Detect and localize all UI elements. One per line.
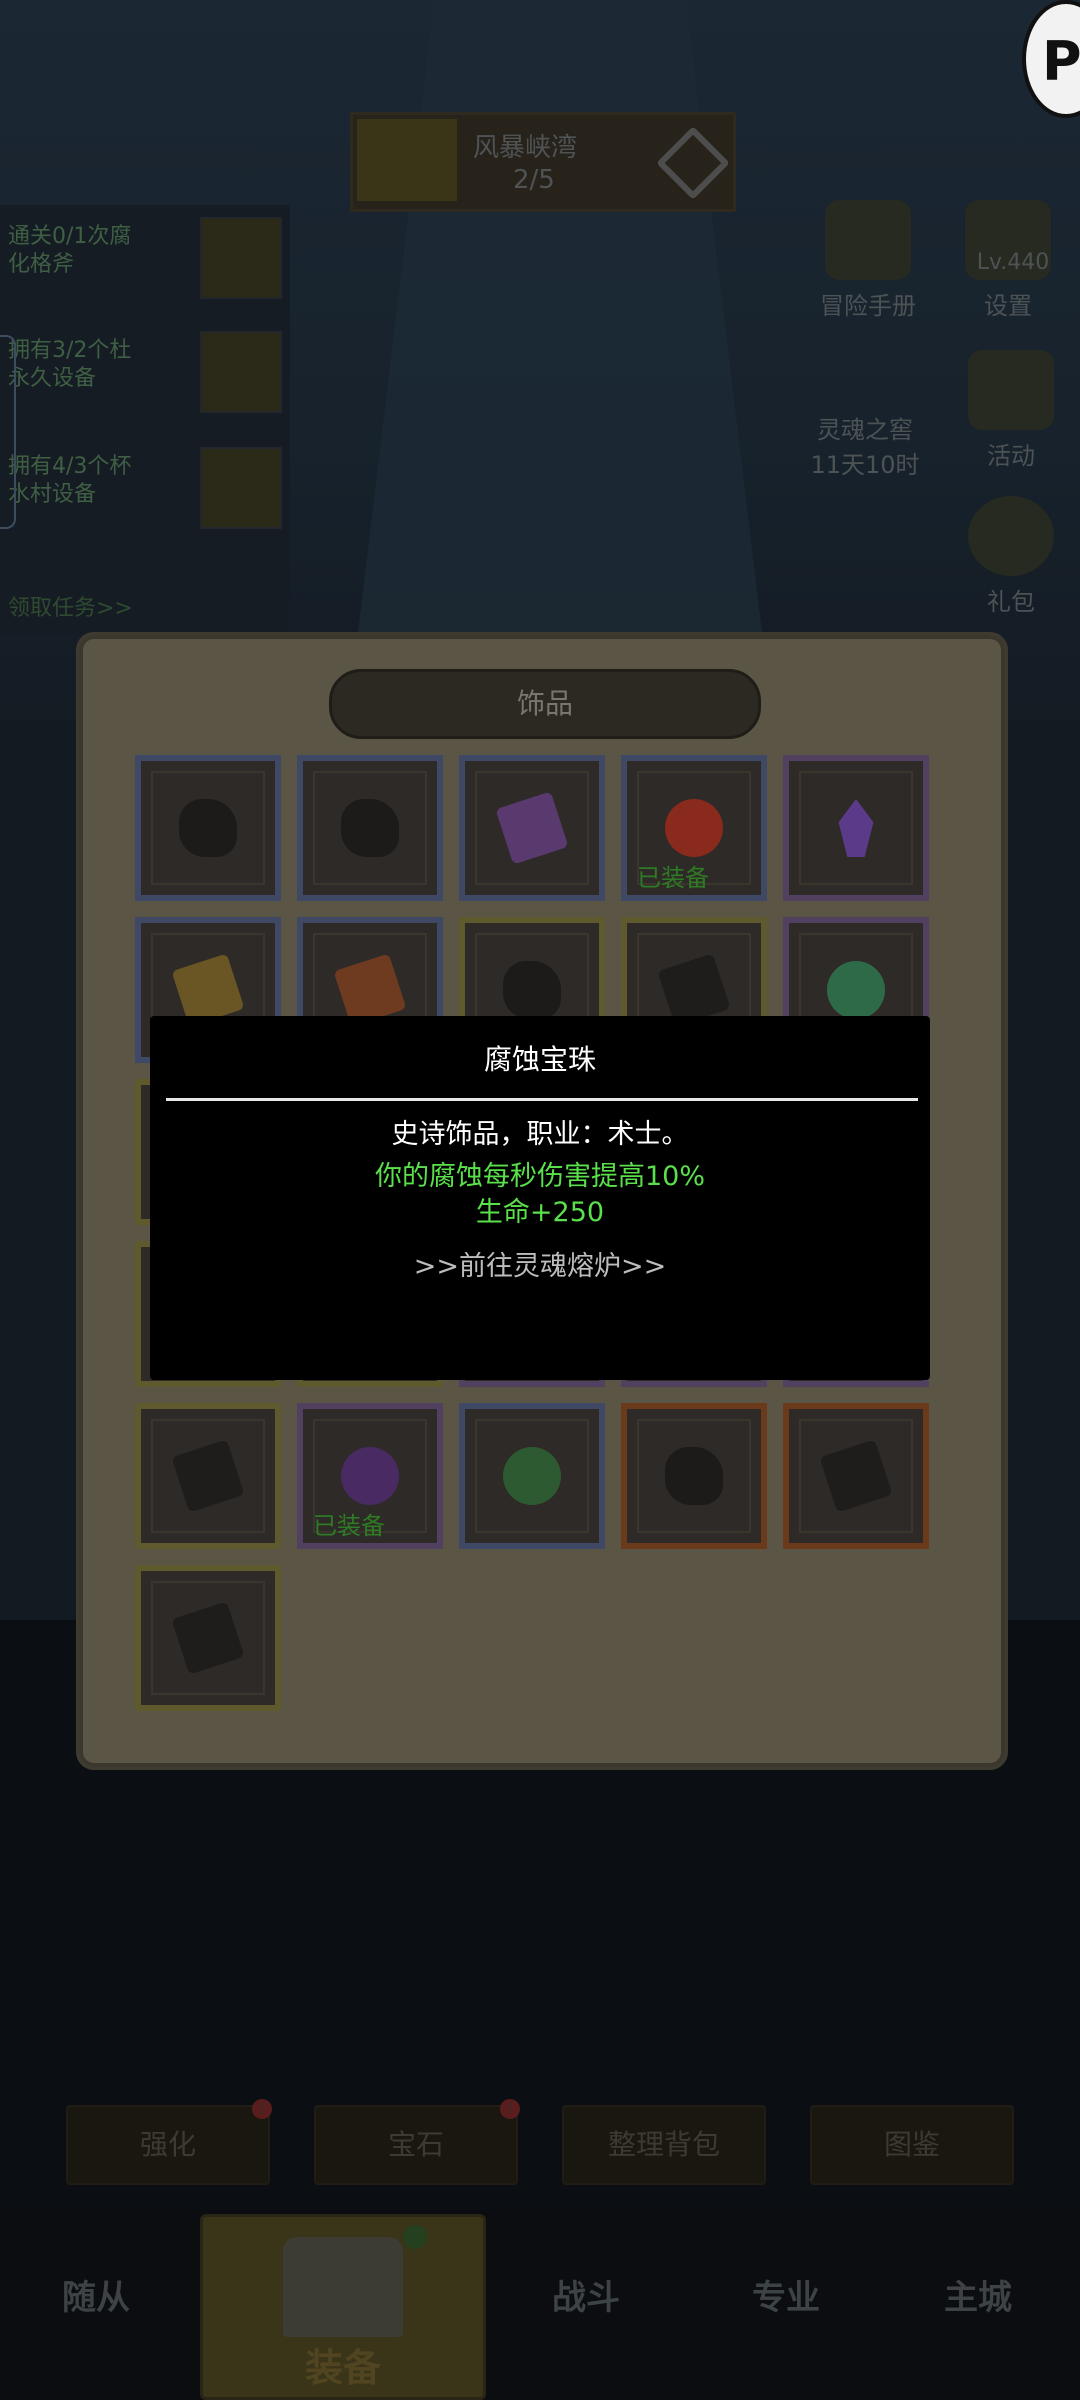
quest-link[interactable]: 领取任务>>	[8, 590, 133, 622]
tab-accessories[interactable]: 饰品	[329, 669, 761, 739]
quest-reward-icon	[200, 331, 282, 413]
skull-orb-icon	[341, 1447, 399, 1505]
nav-equipment[interactable]: 装备	[200, 2214, 486, 2400]
quest-item[interactable]: 拥有3/2个杜 永久设备	[8, 337, 131, 393]
nav-city[interactable]: 主城	[944, 2270, 1012, 2319]
fire-crown-orb-icon	[665, 799, 723, 857]
accessory-slot[interactable]	[459, 1403, 605, 1549]
quest-text: 拥有4/3个杯	[8, 454, 132, 479]
accessory-slot[interactable]	[135, 755, 281, 901]
quest-text: 化格斧	[8, 252, 75, 277]
green-leaf-orb-icon	[503, 1447, 561, 1505]
handbook-button[interactable]: 冒险手册	[808, 200, 928, 321]
gift-label: 礼包	[987, 588, 1035, 616]
gift-icon	[968, 496, 1054, 576]
gem-label: 宝石	[387, 2128, 444, 2161]
stage-progress: 2/5	[513, 165, 555, 195]
soul-cellar-button[interactable]: 灵魂之窖 11天10时	[790, 410, 940, 480]
accessory-slot[interactable]	[621, 1403, 767, 1549]
events-icon	[968, 350, 1054, 430]
armor-icon	[283, 2237, 403, 2337]
accessory-slot[interactable]	[783, 755, 929, 901]
countdown-label: 11天10时	[810, 451, 920, 479]
stage-banner[interactable]: 风暴峡湾 2/5	[350, 112, 736, 212]
quest-panel: 通关0/1次腐 化格斧 拥有3/2个杜 永久设备 拥有4/3个杯 水村设备	[0, 205, 290, 635]
level-label: Lv.440	[976, 250, 1050, 275]
accessory-slot[interactable]: 已装备	[297, 1403, 443, 1549]
sort-bag-button[interactable]: 整理背包	[562, 2105, 766, 2185]
notification-badge: !	[252, 2099, 272, 2119]
avatar-letter: P	[1042, 30, 1080, 93]
nav-battle[interactable]: 战斗	[552, 2270, 620, 2319]
dark-rock-icon	[665, 1447, 723, 1505]
item-tooltip: 腐蚀宝珠 史诗饰品，职业：术士。 你的腐蚀每秒伤害提高10% 生命+250 >>…	[150, 1016, 930, 1380]
quest-text: 水村设备	[8, 482, 97, 507]
nav-profession[interactable]: 专业	[752, 2270, 820, 2319]
equipped-label: 已装备	[313, 1512, 385, 1540]
quest-text: 拥有3/2个杜	[8, 338, 132, 363]
tooltip-divider	[166, 1098, 918, 1101]
codex-label: 图鉴	[883, 2128, 940, 2161]
nav-equipment-label: 装备	[304, 2346, 381, 2390]
events-button[interactable]: 活动	[956, 350, 1066, 471]
accessory-slot[interactable]	[135, 1403, 281, 1549]
dark-rock-icon	[503, 961, 561, 1019]
quest-item[interactable]: 拥有4/3个杯 水村设备	[8, 453, 131, 509]
tooltip-title: 腐蚀宝珠	[483, 1043, 596, 1076]
enhance-label: 强化	[139, 2128, 196, 2161]
accessory-slot[interactable]	[459, 755, 605, 901]
quest-reward-icon	[200, 217, 282, 299]
gift-button[interactable]: 礼包	[956, 496, 1066, 617]
tooltip-description: 史诗饰品，职业：术士。	[391, 1119, 689, 1150]
tooltip-effect: 生命+250	[475, 1197, 605, 1228]
accessory-slot[interactable]	[135, 1565, 281, 1711]
sort-bag-label: 整理背包	[607, 2128, 720, 2161]
soul-forge-link[interactable]: >>前往灵魂熔炉>>	[150, 1244, 930, 1283]
green-orb-icon	[827, 961, 885, 1019]
nav-followers[interactable]: 随从	[62, 2270, 130, 2319]
quest-item[interactable]: 通关0/1次腐 化格斧	[8, 223, 131, 279]
quest-reward-icon	[200, 447, 282, 529]
soul-cellar-label: 灵魂之窖	[817, 416, 913, 444]
enhance-button[interactable]: 强化 !	[66, 2099, 272, 2185]
gem-button[interactable]: 宝石 !	[314, 2099, 520, 2185]
dark-rock-icon	[341, 799, 399, 857]
events-label: 活动	[987, 442, 1035, 470]
dark-rock-icon	[179, 799, 237, 857]
accessory-slot[interactable]	[297, 755, 443, 901]
stage-thumbnail	[357, 119, 457, 201]
handbook-icon	[825, 200, 911, 280]
equipped-label: 已装备	[637, 864, 709, 892]
notification-badge: !	[500, 2099, 520, 2119]
settings-label: 设置	[984, 292, 1032, 320]
tooltip-effect: 你的腐蚀每秒伤害提高10%	[374, 1161, 705, 1192]
codex-button[interactable]: 图鉴	[810, 2105, 1014, 2185]
notification-dot	[403, 2225, 427, 2249]
quest-text: 永久设备	[8, 366, 97, 391]
stage-name: 风暴峡湾	[473, 133, 578, 163]
accessory-slot[interactable]: 已装备	[621, 755, 767, 901]
quest-text: 通关0/1次腐	[8, 224, 132, 249]
bottom-nav: 随从 装备 战斗 专业 主城	[0, 2210, 1080, 2400]
side-panel-handle[interactable]	[0, 335, 16, 529]
stage-arrow-icon[interactable]	[656, 126, 730, 200]
accessory-slot[interactable]	[783, 1403, 929, 1549]
handbook-label: 冒险手册	[820, 292, 916, 320]
